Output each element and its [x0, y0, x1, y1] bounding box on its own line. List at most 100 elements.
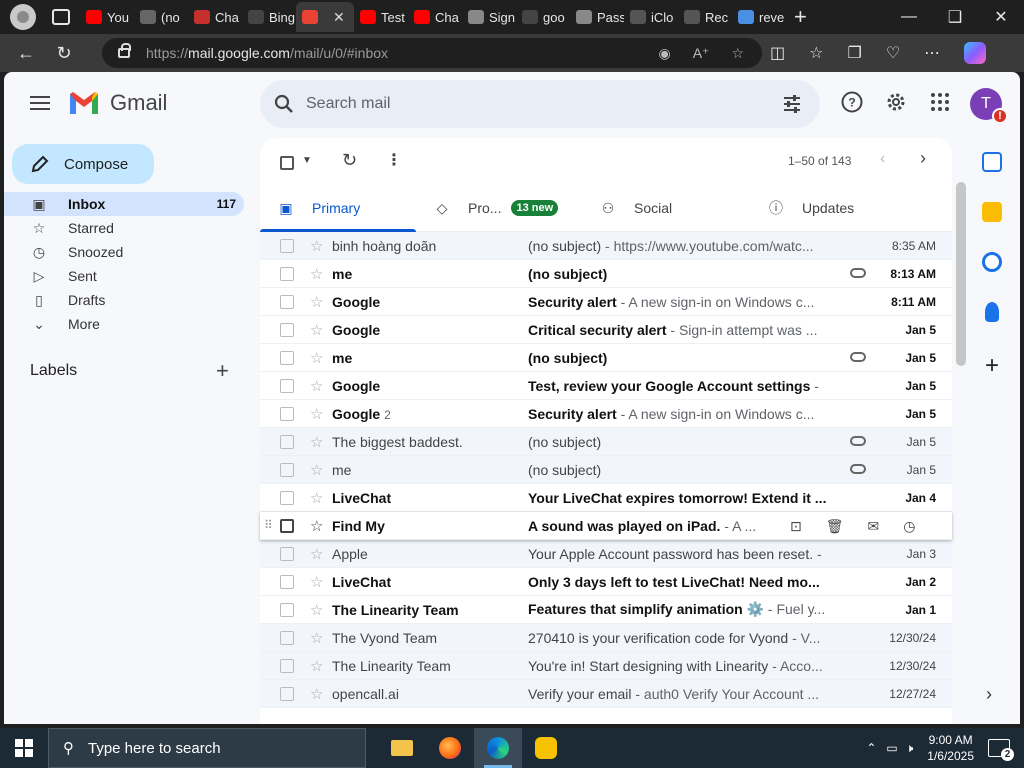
star-icon[interactable]: ☆ [310, 545, 326, 563]
star-icon[interactable]: ☆ [310, 601, 326, 619]
eye-icon[interactable]: ◉ [658, 45, 670, 62]
email-row[interactable]: ⠿ ☆ Find My A sound was played on iPad. - A… [260, 512, 952, 540]
tab-primary[interactable]: ▣ Primary [260, 184, 416, 232]
mark-read-icon[interactable]: ✉ [868, 518, 880, 535]
row-checkbox[interactable] [280, 630, 294, 645]
prev-page-icon[interactable]: ‹ [880, 150, 885, 168]
browser-tab[interactable]: goo [516, 2, 570, 32]
tab-social[interactable]: ⚇ Social [582, 184, 750, 232]
tab-updates[interactable]: ⓘ Updates [750, 184, 920, 232]
add-label-icon[interactable]: + [216, 358, 229, 384]
email-row[interactable]: ☆ Google Test, review your Google Account … [260, 372, 952, 400]
search-icon[interactable] [274, 94, 294, 114]
row-checkbox[interactable] [280, 266, 294, 281]
star-icon[interactable]: ☆ [310, 265, 326, 283]
compose-button[interactable]: Compose [12, 144, 154, 184]
file-explorer-icon[interactable] [378, 728, 426, 768]
read-aloud-icon[interactable]: A⁺ [693, 45, 710, 62]
windows-start-button[interactable] [0, 728, 48, 768]
favorite-star-icon[interactable]: ☆ [731, 45, 744, 62]
url-text[interactable]: https://mail.google.com/mail/u/0/#inbox [146, 45, 388, 61]
close-window-icon[interactable]: ✕ [978, 0, 1024, 34]
sidebar-item-starred[interactable]: ☆ Starred [4, 216, 248, 240]
browser-profile-avatar[interactable] [10, 4, 36, 30]
browser-tab[interactable]: You [80, 2, 134, 32]
row-checkbox[interactable] [280, 350, 294, 365]
archive-icon[interactable]: ⊡ [790, 518, 802, 535]
email-row[interactable]: ☆ The biggest baddest. (no subject) Jan 5 [260, 428, 952, 456]
search-options-icon[interactable] [782, 94, 802, 114]
email-row[interactable]: ☆ The Linearity Team Features that simplif… [260, 596, 952, 624]
email-row[interactable]: ☆ me (no subject) 8:13 AM [260, 260, 952, 288]
star-icon[interactable]: ☆ [310, 657, 326, 675]
star-icon[interactable]: ☆ [310, 489, 326, 507]
refresh-mail-icon[interactable]: ↻ [342, 150, 357, 171]
get-addons-icon[interactable]: + [970, 352, 1014, 380]
firefox-icon[interactable] [426, 728, 474, 768]
star-icon[interactable]: ☆ [310, 685, 326, 703]
star-icon[interactable]: ☆ [310, 573, 326, 591]
email-row[interactable]: ☆ The Linearity Team You're in! Start desi… [260, 652, 952, 680]
apps-grid-icon[interactable] [928, 90, 952, 114]
email-row[interactable]: ☆ Google 2 Security alert - A new sign-in … [260, 400, 952, 428]
account-avatar[interactable]: T ! [970, 88, 1008, 124]
keep-icon[interactable] [982, 202, 1002, 222]
browser-tab[interactable]: Cha [188, 2, 242, 32]
browser-tab[interactable]: iClo [624, 2, 678, 32]
star-icon[interactable]: ☆ [310, 461, 326, 479]
star-icon[interactable]: ☆ [310, 293, 326, 311]
row-checkbox[interactable] [280, 490, 294, 505]
notification-center-icon[interactable]: 2 [988, 739, 1014, 761]
tasks-icon[interactable] [982, 252, 1002, 272]
volume-muted-icon[interactable]: 🕨 [906, 741, 914, 756]
browser-tab[interactable]: Rec [678, 2, 732, 32]
email-row[interactable]: ☆ LiveChat Your LiveChat expires tomorrow!… [260, 484, 952, 512]
main-menu-icon[interactable] [30, 96, 50, 110]
network-icon[interactable]: ▭ [886, 741, 897, 755]
browser-tab[interactable]: ✕ [296, 2, 354, 32]
more-menu-icon[interactable]: ⋯ [924, 43, 940, 63]
copilot-icon[interactable] [964, 42, 987, 64]
edge-icon[interactable] [474, 728, 522, 768]
sidebar-item-more[interactable]: ⌄ More [4, 312, 248, 336]
settings-gear-icon[interactable] [884, 90, 908, 114]
browser-tab[interactable]: Test [354, 2, 408, 32]
split-screen-icon[interactable]: ◫ [770, 43, 785, 63]
help-icon[interactable]: ? [840, 90, 864, 114]
new-tab-icon[interactable]: + [794, 4, 807, 30]
select-dropdown-icon[interactable]: ▼ [302, 155, 312, 166]
email-row[interactable]: ☆ binh hoàng doãn (no subject) - https://w… [260, 232, 952, 260]
url-field[interactable]: https://mail.google.com/mail/u/0/#inbox … [102, 38, 762, 68]
email-row[interactable]: ☆ Google Critical security alert - Sign-in… [260, 316, 952, 344]
row-checkbox[interactable] [280, 546, 294, 561]
row-checkbox[interactable] [280, 434, 294, 449]
show-side-panel-icon[interactable]: › [986, 684, 992, 705]
clock[interactable]: 9:00 AM 1/6/2025 [927, 732, 974, 764]
search-input[interactable] [306, 95, 746, 113]
back-icon[interactable]: ← [8, 35, 44, 71]
row-checkbox[interactable] [280, 462, 294, 477]
row-checkbox[interactable] [280, 658, 294, 673]
sidebar-item-snoozed[interactable]: ◷ Snoozed [4, 240, 248, 264]
performance-icon[interactable]: ♡ [886, 43, 900, 63]
sidebar-item-drafts[interactable]: ▯ Drafts [4, 288, 248, 312]
email-row[interactable]: ☆ Google Security alert - A new sign-in on… [260, 288, 952, 316]
minimize-icon[interactable]: — [886, 0, 932, 34]
drag-handle-icon[interactable]: ⠿ [264, 518, 273, 532]
row-checkbox[interactable] [280, 238, 294, 253]
email-row[interactable]: ☆ me (no subject) Jan 5 [260, 344, 952, 372]
next-page-icon[interactable]: › [920, 148, 926, 169]
browser-tab[interactable]: Pass [570, 2, 624, 32]
browser-tab[interactable]: Bing [242, 2, 296, 32]
row-checkbox[interactable] [280, 602, 294, 617]
row-checkbox[interactable] [280, 518, 294, 533]
browser-tab[interactable]: Sign [462, 2, 516, 32]
tab-actions-icon[interactable] [52, 9, 70, 25]
star-icon[interactable]: ☆ [310, 237, 326, 255]
email-row[interactable]: ☆ The Vyond Team 270410 is your verificati… [260, 624, 952, 652]
email-row[interactable]: ☆ opencall.ai Verify your email - auth0 Ve… [260, 680, 952, 708]
browser-tab[interactable]: reve [732, 2, 786, 32]
star-icon[interactable]: ☆ [310, 321, 326, 339]
tab-pro[interactable]: ◇ Pro... 13 new [416, 184, 582, 232]
row-checkbox[interactable] [280, 574, 294, 589]
